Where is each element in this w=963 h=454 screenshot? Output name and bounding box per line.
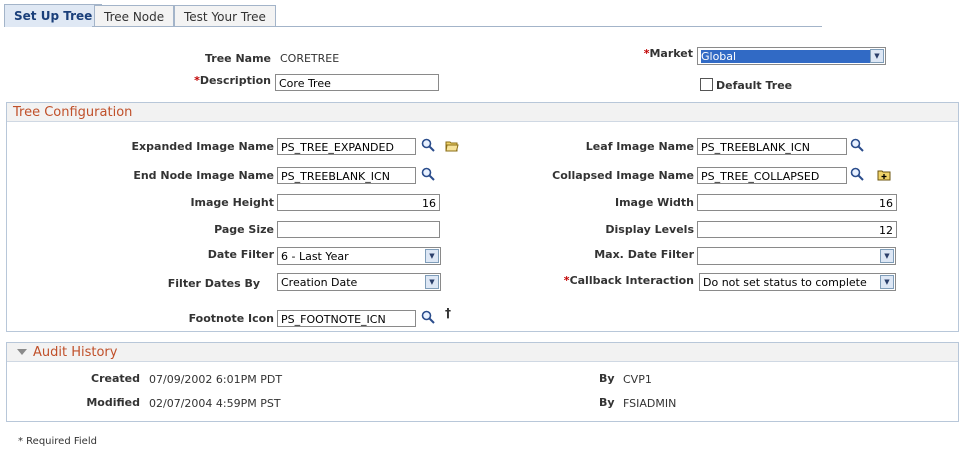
- market-select[interactable]: Global ▼: [697, 47, 886, 65]
- description-label-text: Description: [199, 74, 271, 87]
- modified-value: 02/07/2004 4:59PM PST: [149, 397, 281, 410]
- expanded-image-label: Expanded Image Name: [131, 140, 274, 153]
- chevron-down-icon[interactable]: ▼: [425, 275, 439, 289]
- tree-configuration-section: Tree Configuration: [6, 102, 959, 332]
- image-width-input[interactable]: 16: [697, 194, 897, 211]
- filter-dates-by-value: Creation Date: [281, 276, 358, 289]
- callback-interaction-select[interactable]: Do not set status to complete ▼: [699, 273, 896, 291]
- image-height-input[interactable]: 16: [277, 194, 440, 211]
- filter-dates-by-select[interactable]: Creation Date ▼: [277, 273, 441, 291]
- tab-test-your-tree[interactable]: Test Your Tree: [174, 5, 276, 27]
- date-filter-select[interactable]: 6 - Last Year ▼: [277, 247, 441, 265]
- created-value: 07/09/2002 6:01PM PDT: [149, 373, 283, 386]
- max-date-filter-select[interactable]: ▼: [697, 247, 896, 265]
- chevron-down-icon[interactable]: ▼: [880, 249, 894, 263]
- default-tree-label: Default Tree: [716, 79, 793, 92]
- audit-history-title[interactable]: Audit History: [7, 343, 958, 362]
- filter-dates-by-label: Filter Dates By: [167, 277, 260, 290]
- display-levels-input[interactable]: 12: [697, 221, 897, 238]
- market-label-text: Market: [649, 47, 693, 60]
- leaf-image-label: Leaf Image Name: [585, 140, 694, 153]
- folder-plus-icon[interactable]: [877, 168, 891, 182]
- callback-interaction-value: Do not set status to complete: [703, 276, 867, 289]
- date-filter-label: Date Filter: [207, 248, 274, 261]
- max-date-filter-label: Max. Date Filter: [594, 248, 694, 261]
- tab-set-up-tree[interactable]: Set Up Tree: [4, 4, 103, 27]
- description-input[interactable]: Core Tree: [275, 74, 439, 91]
- search-icon[interactable]: [850, 167, 864, 181]
- folder-open-icon[interactable]: [445, 139, 459, 153]
- created-by-value: CVP1: [623, 373, 652, 386]
- modified-label: Modified: [86, 396, 140, 409]
- collapsed-image-input[interactable]: PS_TREE_COLLAPSED: [697, 167, 847, 184]
- description-label: *Description: [194, 74, 271, 87]
- image-width-label: Image Width: [614, 196, 694, 209]
- search-icon[interactable]: [421, 167, 435, 181]
- footnote-dagger: †: [445, 306, 451, 320]
- market-value: Global: [701, 50, 882, 63]
- footnote-icon-input[interactable]: PS_FOOTNOTE_ICN: [277, 310, 416, 327]
- required-field-note: * Required Field: [18, 436, 97, 447]
- collapsed-image-label: Collapsed Image Name: [552, 169, 694, 182]
- page-size-label: Page Size: [214, 223, 274, 236]
- page-size-input[interactable]: [277, 221, 440, 238]
- tree-configuration-title: Tree Configuration: [7, 103, 958, 122]
- search-icon[interactable]: [850, 138, 864, 152]
- collapse-triangle-icon[interactable]: [15, 345, 29, 359]
- search-icon[interactable]: [421, 310, 435, 324]
- search-icon[interactable]: [421, 138, 435, 152]
- chevron-down-icon[interactable]: ▼: [425, 249, 439, 263]
- end-node-image-input[interactable]: PS_TREEBLANK_ICN: [277, 167, 416, 184]
- default-tree-checkbox[interactable]: [700, 78, 713, 91]
- tab-underline: [92, 26, 822, 27]
- created-by-label: By: [599, 372, 615, 385]
- market-label: *Market: [644, 47, 693, 60]
- callback-interaction-label-text: Callback Interaction: [569, 274, 694, 287]
- tree-name-value: CORETREE: [280, 52, 340, 65]
- chevron-down-icon[interactable]: ▼: [880, 275, 894, 289]
- end-node-image-label: End Node Image Name: [133, 169, 274, 182]
- modified-by-label: By: [599, 396, 615, 409]
- modified-by-value: FSIADMIN: [623, 397, 677, 410]
- chevron-down-icon[interactable]: ▼: [870, 49, 884, 63]
- date-filter-value: 6 - Last Year: [281, 250, 349, 263]
- leaf-image-input[interactable]: PS_TREEBLANK_ICN: [697, 138, 847, 155]
- display-levels-label: Display Levels: [605, 223, 694, 236]
- created-label: Created: [91, 372, 140, 385]
- image-height-label: Image Height: [190, 196, 274, 209]
- tree-name-label: Tree Name: [204, 52, 271, 65]
- tab-tree-node[interactable]: Tree Node: [94, 5, 175, 27]
- expanded-image-input[interactable]: PS_TREE_EXPANDED: [277, 138, 416, 155]
- callback-interaction-label: *Callback Interaction: [564, 274, 694, 287]
- footnote-icon-label: Footnote Icon: [188, 312, 274, 325]
